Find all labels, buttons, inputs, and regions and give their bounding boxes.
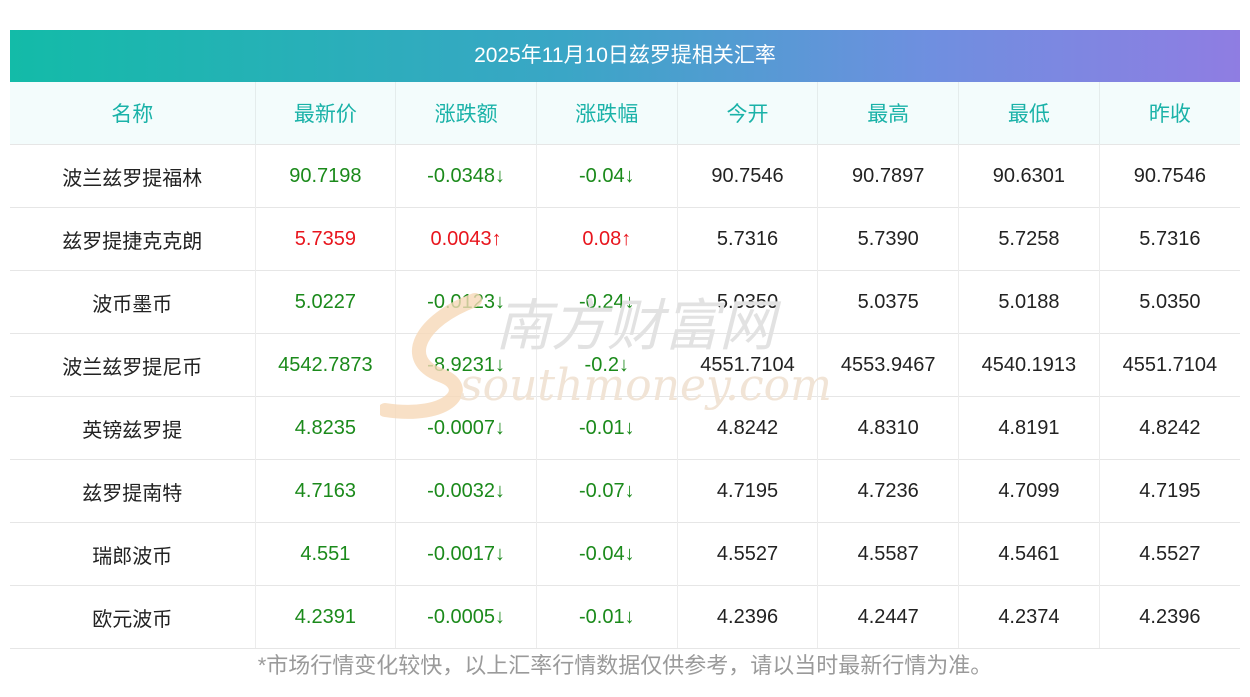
cell-open: 4.7195 bbox=[677, 459, 819, 523]
cell-prev: 5.7316 bbox=[1099, 207, 1240, 271]
cell-high: 90.7897 bbox=[817, 144, 960, 208]
cell-latest: 90.7198 bbox=[255, 144, 397, 208]
table-row: 波币墨币 5.0227 -0.0123↓ -0.24↓ 5.0350 5.0375 5.01… bbox=[10, 270, 1240, 334]
cell-prev: 90.7546 bbox=[1099, 144, 1240, 208]
cell-name: 兹罗提南特 bbox=[10, 459, 256, 523]
cell-change: -8.9231↓ bbox=[395, 333, 537, 397]
col-header-low: 最低 bbox=[958, 82, 1100, 145]
cell-prev: 4.2396 bbox=[1099, 585, 1240, 649]
cell-prev: 4551.7104 bbox=[1099, 333, 1240, 397]
cell-pct: -0.01↓ bbox=[536, 396, 678, 460]
cell-latest: 4.8235 bbox=[255, 396, 397, 460]
table-row: 欧元波币 4.2391 -0.0005↓ -0.01↓ 4.2396 4.2447 4.23… bbox=[10, 585, 1240, 649]
col-header-high: 最高 bbox=[817, 82, 960, 145]
cell-pct: -0.04↓ bbox=[536, 522, 678, 586]
cell-low: 90.6301 bbox=[958, 144, 1100, 208]
table-row: 英镑兹罗提 4.8235 -0.0007↓ -0.01↓ 4.8242 4.8310 4.8… bbox=[10, 396, 1240, 460]
col-header-pct: 涨跌幅 bbox=[536, 82, 678, 145]
cell-change: -0.0032↓ bbox=[395, 459, 537, 523]
cell-low: 5.7258 bbox=[958, 207, 1100, 271]
table-row: 兹罗提捷克克朗 5.7359 0.0043↑ 0.08↑ 5.7316 5.7390 5.7… bbox=[10, 207, 1240, 271]
cell-name: 波兰兹罗提福林 bbox=[10, 144, 256, 208]
cell-open: 4551.7104 bbox=[677, 333, 819, 397]
cell-pct: -0.04↓ bbox=[536, 144, 678, 208]
cell-change: -0.0348↓ bbox=[395, 144, 537, 208]
cell-name: 欧元波币 bbox=[10, 585, 256, 649]
cell-low: 4.2374 bbox=[958, 585, 1100, 649]
cell-open: 4.8242 bbox=[677, 396, 819, 460]
cell-open: 5.7316 bbox=[677, 207, 819, 271]
cell-high: 4.7236 bbox=[817, 459, 960, 523]
table-title: 2025年11月10日兹罗提相关汇率 bbox=[10, 30, 1240, 82]
cell-name: 波兰兹罗提尼币 bbox=[10, 333, 256, 397]
col-header-open: 今开 bbox=[677, 82, 819, 145]
col-header-change: 涨跌额 bbox=[395, 82, 537, 145]
col-header-prev: 昨收 bbox=[1099, 82, 1240, 145]
cell-high: 4.2447 bbox=[817, 585, 960, 649]
cell-open: 4.5527 bbox=[677, 522, 819, 586]
cell-latest: 5.0227 bbox=[255, 270, 397, 334]
cell-high: 4.5587 bbox=[817, 522, 960, 586]
table-row: 瑞郎波币 4.551 -0.0017↓ -0.04↓ 4.5527 4.5587 4.546… bbox=[10, 522, 1240, 586]
cell-open: 4.2396 bbox=[677, 585, 819, 649]
cell-pct: -0.01↓ bbox=[536, 585, 678, 649]
cell-change: 0.0043↑ bbox=[395, 207, 537, 271]
cell-prev: 4.7195 bbox=[1099, 459, 1240, 523]
cell-pct: 0.08↑ bbox=[536, 207, 678, 271]
cell-latest: 4.7163 bbox=[255, 459, 397, 523]
cell-high: 4.8310 bbox=[817, 396, 960, 460]
cell-change: -0.0005↓ bbox=[395, 585, 537, 649]
cell-latest: 4542.7873 bbox=[255, 333, 397, 397]
col-header-name: 名称 bbox=[10, 82, 256, 145]
cell-latest: 4.551 bbox=[255, 522, 397, 586]
cell-pct: -0.2↓ bbox=[536, 333, 678, 397]
cell-change: -0.0017↓ bbox=[395, 522, 537, 586]
cell-open: 5.0350 bbox=[677, 270, 819, 334]
cell-pct: -0.07↓ bbox=[536, 459, 678, 523]
cell-name: 瑞郎波币 bbox=[10, 522, 256, 586]
cell-pct: -0.24↓ bbox=[536, 270, 678, 334]
table-row: 波兰兹罗提福林 90.7198 -0.0348↓ -0.04↓ 90.7546 90.78… bbox=[10, 144, 1240, 208]
cell-high: 5.7390 bbox=[817, 207, 960, 271]
cell-latest: 4.2391 bbox=[255, 585, 397, 649]
cell-prev: 5.0350 bbox=[1099, 270, 1240, 334]
cell-change: -0.0007↓ bbox=[395, 396, 537, 460]
cell-prev: 4.8242 bbox=[1099, 396, 1240, 460]
header-row: 名称 最新价 涨跌额 涨跌幅 今开 最高 最低 昨收 bbox=[10, 82, 1240, 145]
cell-low: 4.7099 bbox=[958, 459, 1100, 523]
cell-name: 兹罗提捷克克朗 bbox=[10, 207, 256, 271]
cell-prev: 4.5527 bbox=[1099, 522, 1240, 586]
disclaimer-note: *市场行情变化较快，以上汇率行情数据仅供参考，请以当时最新行情为准。 bbox=[257, 653, 993, 678]
table-row: 兹罗提南特 4.7163 -0.0032↓ -0.07↓ 4.7195 4.7236 4.7… bbox=[10, 459, 1240, 523]
col-header-latest: 最新价 bbox=[255, 82, 397, 145]
cell-low: 5.0188 bbox=[958, 270, 1100, 334]
table-row: 波兰兹罗提尼币 4542.7873 -8.9231↓ -0.2↓ 4551.7104 45… bbox=[10, 333, 1240, 397]
cell-high: 4553.9467 bbox=[817, 333, 960, 397]
cell-low: 4.5461 bbox=[958, 522, 1100, 586]
exchange-rate-table-container: 2025年11月10日兹罗提相关汇率 名称 最新价 涨跌额 涨跌幅 今开 最高 … bbox=[10, 30, 1240, 649]
exchange-rate-table: 名称 最新价 涨跌额 涨跌幅 今开 最高 最低 昨收 波兰兹罗提福林 90.719… bbox=[10, 82, 1240, 649]
cell-low: 4540.1913 bbox=[958, 333, 1100, 397]
cell-low: 4.8191 bbox=[958, 396, 1100, 460]
cell-name: 英镑兹罗提 bbox=[10, 396, 256, 460]
cell-change: -0.0123↓ bbox=[395, 270, 537, 334]
cell-name: 波币墨币 bbox=[10, 270, 256, 334]
cell-open: 90.7546 bbox=[677, 144, 819, 208]
cell-latest: 5.7359 bbox=[255, 207, 397, 271]
cell-high: 5.0375 bbox=[817, 270, 960, 334]
